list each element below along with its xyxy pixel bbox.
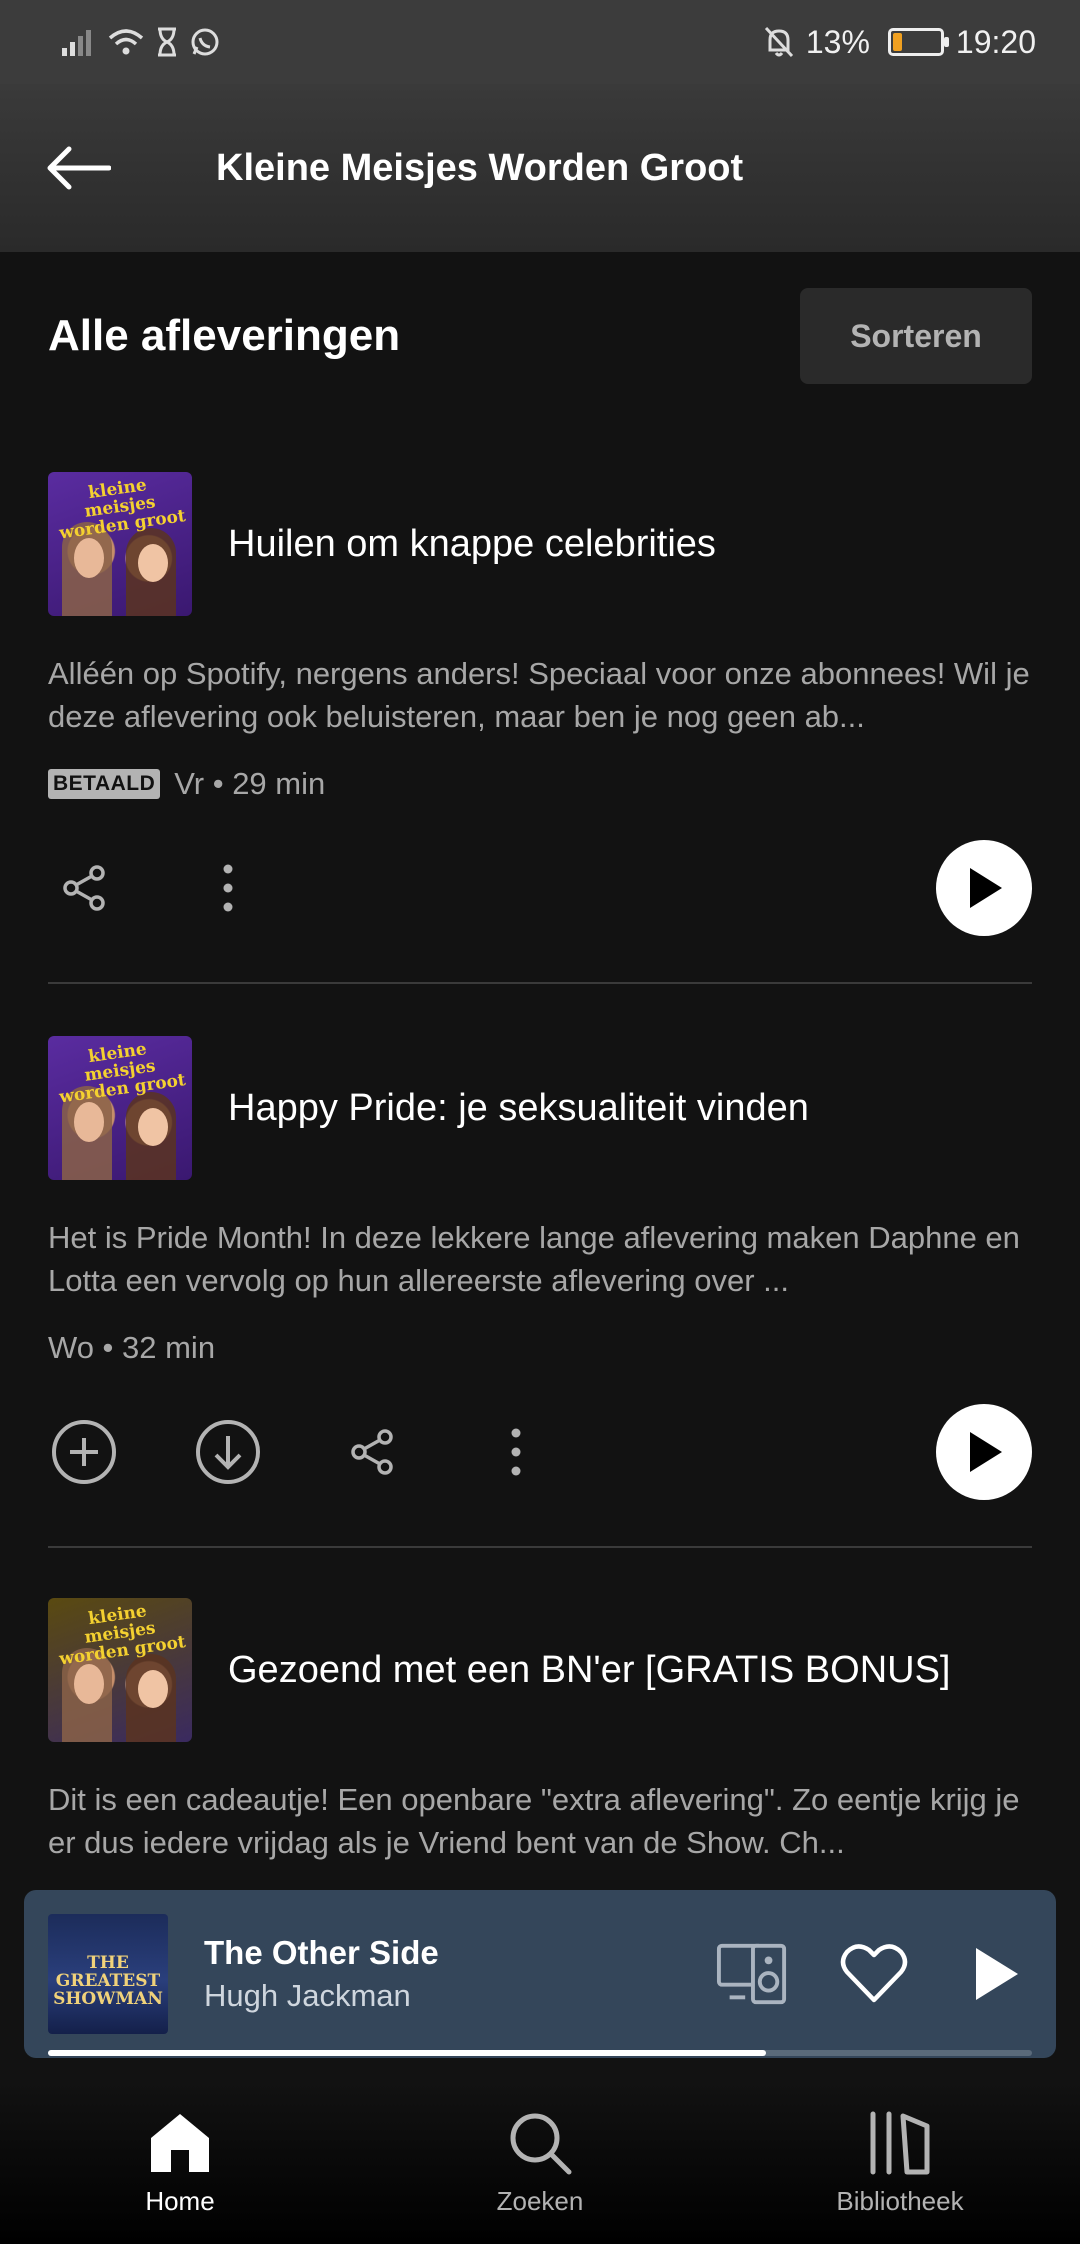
nav-home-label: Home — [145, 2186, 215, 2216]
play-icon — [970, 868, 1002, 908]
episode-cover: kleine meisjes worden groot — [48, 1036, 192, 1180]
more-vertical-icon — [223, 864, 233, 912]
search-icon — [510, 2113, 572, 2175]
episode-description: Dit is een cadeautje! Een openbare "extr… — [48, 1782, 1020, 1860]
track-cover: THE GREATEST SHOWMAN — [48, 1914, 168, 2034]
like-button[interactable] — [838, 1926, 910, 2022]
play-pause-button[interactable] — [960, 1926, 1032, 2022]
arrow-left-icon — [47, 146, 111, 190]
status-left — [62, 27, 220, 57]
mute-bell-icon — [764, 26, 793, 58]
more-options-button[interactable] — [192, 852, 264, 924]
add-to-library-button[interactable] — [48, 1416, 120, 1488]
nav-search-label: Zoeken — [496, 2186, 584, 2216]
hourglass-icon — [158, 27, 176, 57]
paid-badge: BETAALD — [48, 769, 161, 799]
heart-icon — [840, 1944, 908, 2003]
download-icon — [196, 1420, 260, 1484]
library-icon — [870, 2111, 930, 2175]
episode-meta: BETAALD Vr • 29 min — [48, 766, 1032, 802]
playback-progress-fill — [48, 2050, 767, 2056]
track-info: The Other Side Hugh Jackman — [204, 1934, 439, 2014]
episode-header: kleine meisjes worden groot Happy Pride:… — [48, 1036, 1032, 1180]
divider — [48, 1546, 1032, 1548]
bottom-navigation: Home Zoeken Bibliotheek — [0, 2082, 1080, 2244]
battery-icon — [887, 28, 949, 56]
battery-percent: 13% — [805, 23, 870, 60]
episode-cover: kleine meisjes worden groot — [48, 1598, 192, 1742]
divider — [48, 982, 1032, 984]
player-actions — [716, 1926, 1032, 2022]
episode-cover: kleine meisjes worden groot — [48, 472, 192, 616]
add-circle-icon — [52, 1420, 116, 1484]
page-title: Kleine Meisjes Worden Groot — [216, 146, 744, 189]
share-button[interactable] — [48, 852, 120, 924]
more-options-button[interactable] — [480, 1416, 552, 1488]
episode-item[interactable]: kleine meisjes worden groot Gezoend met … — [48, 1598, 1032, 1864]
device-speaker-icon — [716, 1943, 787, 2005]
status-right: 13% 19:20 — [764, 24, 1036, 61]
nav-library[interactable]: Bibliotheek — [750, 2110, 1050, 2217]
track-cover-text: THE GREATEST SHOWMAN — [53, 1953, 163, 2009]
play-icon — [970, 1432, 1002, 1472]
battery-fill — [892, 33, 902, 51]
signal-icon — [62, 30, 91, 56]
share-button[interactable] — [336, 1416, 408, 1488]
nav-library-label: Bibliotheek — [836, 2186, 964, 2216]
episode-header: kleine meisjes worden groot Huilen om kn… — [48, 472, 1032, 616]
download-button[interactable] — [192, 1416, 264, 1488]
mini-player[interactable]: THE GREATEST SHOWMAN The Other Side Hugh… — [24, 1890, 1056, 2058]
app-header: Kleine Meisjes Worden Groot — [0, 84, 1080, 252]
episode-item[interactable]: kleine meisjes worden groot Happy Pride:… — [48, 1036, 1032, 1500]
whatsapp-icon — [191, 28, 219, 56]
nav-home[interactable]: Home — [30, 2110, 330, 2217]
playback-progress[interactable] — [48, 2050, 1032, 2056]
nav-search[interactable]: Zoeken — [390, 2110, 690, 2217]
status-bar: 13% 19:20 — [0, 0, 1080, 84]
episode-actions — [48, 840, 1032, 936]
cover-logo: kleine meisjes worden groot — [58, 475, 187, 544]
episode-description: Alléén op Spotify, nergens anders! Speci… — [48, 656, 1030, 734]
episode-title[interactable]: Gezoend met een BN'er [GRATIS BONUS] — [228, 1649, 950, 1692]
section-header: Alle afleveringen Sorteren — [48, 288, 1032, 384]
wifi-icon — [108, 29, 144, 55]
more-vertical-icon — [511, 1428, 521, 1476]
episode-date-duration: Vr • 29 min — [174, 766, 326, 801]
episode-title[interactable]: Happy Pride: je seksualiteit vinden — [228, 1087, 809, 1130]
sort-button[interactable]: Sorteren — [800, 288, 1032, 384]
home-icon — [151, 2114, 209, 2172]
episode-item[interactable]: kleine meisjes worden groot Huilen om kn… — [48, 472, 1032, 936]
play-icon — [976, 1948, 1018, 2000]
share-icon — [351, 1429, 393, 1475]
play-episode-button[interactable] — [936, 1404, 1032, 1500]
track-title: The Other Side — [204, 1934, 439, 1971]
episode-description: Het is Pride Month! In deze lekkere lang… — [48, 1220, 1020, 1298]
track-artist: Hugh Jackman — [204, 1978, 411, 2013]
episode-actions — [48, 1404, 1032, 1500]
section-title: Alle afleveringen — [48, 311, 401, 360]
play-episode-button[interactable] — [936, 840, 1032, 936]
episode-title[interactable]: Huilen om knappe celebrities — [228, 523, 716, 566]
connect-device-button[interactable] — [716, 1926, 788, 2022]
episode-header: kleine meisjes worden groot Gezoend met … — [48, 1598, 1032, 1742]
back-button[interactable] — [38, 128, 118, 208]
clock: 19:20 — [955, 23, 1036, 60]
share-icon — [63, 865, 105, 911]
cover-logo: kleine meisjes worden groot — [58, 1601, 187, 1670]
episode-meta: Wo • 32 min — [48, 1330, 1032, 1366]
cover-logo: kleine meisjes worden groot — [58, 1039, 187, 1108]
episode-date-duration: Wo • 32 min — [48, 1330, 216, 1365]
